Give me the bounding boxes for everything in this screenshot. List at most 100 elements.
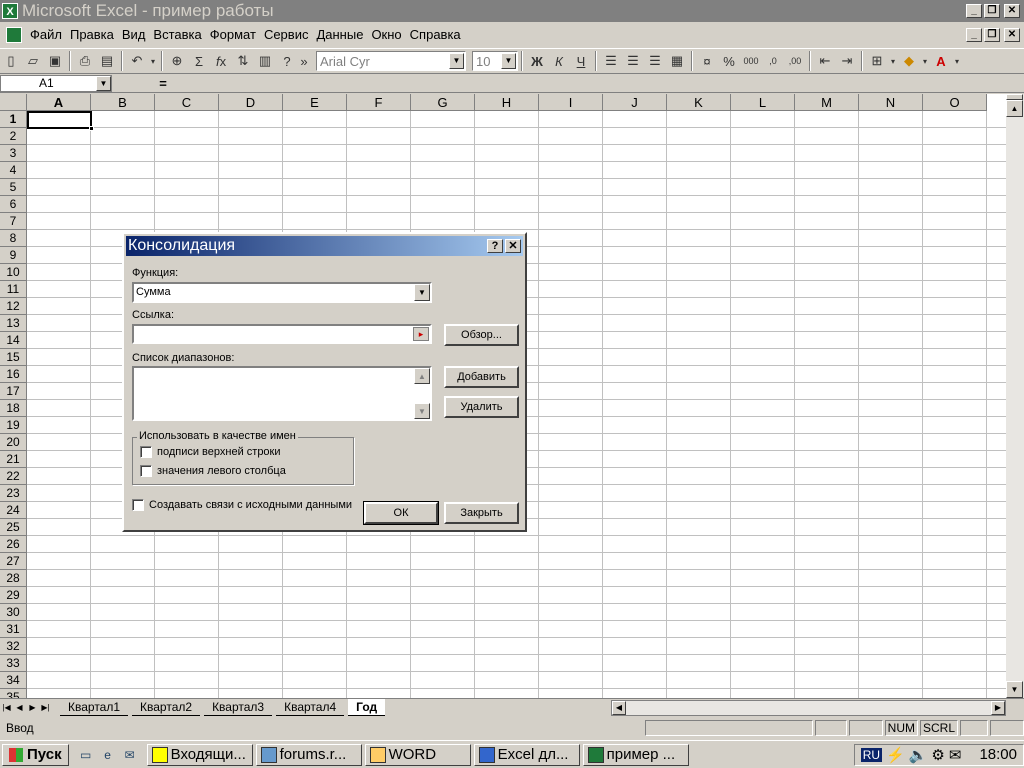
undo-dropdown-icon[interactable]: ▾: [148, 50, 158, 72]
scroll-right-icon[interactable]: ▶: [991, 700, 1005, 715]
row-header[interactable]: 25: [0, 519, 27, 536]
add-button[interactable]: Добавить: [444, 366, 519, 388]
row-header[interactable]: 11: [0, 281, 27, 298]
checkbox-box[interactable]: [132, 499, 144, 511]
row-header[interactable]: 12: [0, 298, 27, 315]
language-indicator[interactable]: RU: [860, 747, 883, 762]
chevron-down-icon[interactable]: ▼: [449, 53, 464, 69]
reference-input[interactable]: ▸: [132, 324, 432, 344]
align-center-icon[interactable]: ☰: [622, 50, 644, 72]
paste-icon[interactable]: ▤: [96, 50, 118, 72]
borders-dropdown-icon[interactable]: ▾: [888, 50, 898, 72]
font-color-icon[interactable]: A: [930, 50, 952, 72]
restore-button[interactable]: ❐: [984, 4, 1000, 18]
minimize-button[interactable]: _: [966, 4, 982, 18]
browser-icon[interactable]: e: [99, 746, 117, 764]
browse-button[interactable]: Обзор...: [444, 324, 519, 346]
close-button[interactable]: ✕: [1004, 4, 1020, 18]
row-header[interactable]: 7: [0, 213, 27, 230]
function-icon[interactable]: fx: [210, 50, 232, 72]
fill-handle[interactable]: [89, 126, 94, 131]
help-icon[interactable]: ?: [276, 50, 298, 72]
column-header[interactable]: O: [923, 94, 987, 111]
align-left-icon[interactable]: ☰: [600, 50, 622, 72]
menu-edit[interactable]: Правка: [66, 25, 118, 45]
mail-icon[interactable]: ✉: [949, 746, 962, 764]
next-sheet-icon[interactable]: ▶: [26, 701, 39, 715]
collapse-dialog-icon[interactable]: ▸: [413, 327, 429, 341]
row-header[interactable]: 17: [0, 383, 27, 400]
last-sheet-icon[interactable]: ▶|: [39, 701, 52, 715]
chevron-down-icon[interactable]: ▼: [96, 76, 111, 91]
row-header[interactable]: 20: [0, 434, 27, 451]
chart-icon[interactable]: ▥: [254, 50, 276, 72]
scroll-up-icon[interactable]: ▲: [414, 368, 430, 384]
outlook-icon[interactable]: ✉: [121, 746, 139, 764]
row-header[interactable]: 23: [0, 485, 27, 502]
column-header[interactable]: M: [795, 94, 859, 111]
doc-restore-button[interactable]: ❐: [984, 28, 1000, 42]
menu-file[interactable]: Файл: [26, 25, 66, 45]
column-header[interactable]: N: [859, 94, 923, 111]
bold-icon[interactable]: Ж: [526, 50, 548, 72]
row-header[interactable]: 4: [0, 162, 27, 179]
row-header[interactable]: 21: [0, 451, 27, 468]
row-header[interactable]: 22: [0, 468, 27, 485]
desktop-icon[interactable]: ▭: [77, 746, 95, 764]
row-header[interactable]: 10: [0, 264, 27, 281]
hyperlink-icon[interactable]: ⊕: [166, 50, 188, 72]
sheet-tab-active[interactable]: Год: [348, 699, 386, 716]
fill-color-icon[interactable]: ◆: [898, 50, 920, 72]
column-header[interactable]: K: [667, 94, 731, 111]
thousands-icon[interactable]: 000: [740, 50, 762, 72]
create-links-checkbox[interactable]: Создавать связи с исходными данными: [132, 499, 352, 511]
antivirus-icon[interactable]: ⚡: [886, 746, 905, 764]
column-header[interactable]: J: [603, 94, 667, 111]
workbook-icon[interactable]: [6, 27, 22, 43]
row-header[interactable]: 31: [0, 621, 27, 638]
percent-icon[interactable]: %: [718, 50, 740, 72]
sheet-tab[interactable]: Квартал4: [276, 699, 345, 716]
volume-icon[interactable]: 🔈: [909, 746, 928, 764]
sheet-tab[interactable]: Квартал3: [204, 699, 273, 716]
ranges-list[interactable]: ▲ ▼: [132, 366, 432, 421]
start-button[interactable]: Пуск: [2, 743, 69, 766]
taskbar-button[interactable]: WORD: [364, 743, 471, 766]
menu-insert[interactable]: Вставка: [149, 25, 205, 45]
align-right-icon[interactable]: ☰: [644, 50, 666, 72]
chevron-down-icon[interactable]: ▼: [501, 53, 516, 69]
underline-icon[interactable]: Ч: [570, 50, 592, 72]
font-size-select[interactable]: 10 ▼: [472, 51, 518, 71]
ok-button[interactable]: ОК: [363, 501, 439, 525]
checkbox-box[interactable]: [140, 465, 152, 477]
row-header[interactable]: 16: [0, 366, 27, 383]
row-header[interactable]: 27: [0, 553, 27, 570]
selected-cell[interactable]: [27, 111, 92, 129]
row-header[interactable]: 32: [0, 638, 27, 655]
taskbar-button[interactable]: пример ...: [582, 743, 689, 766]
column-header[interactable]: L: [731, 94, 795, 111]
font-color-dropdown-icon[interactable]: ▾: [952, 50, 962, 72]
taskbar-button[interactable]: Входящи...: [146, 743, 253, 766]
row-header[interactable]: 26: [0, 536, 27, 553]
doc-close-button[interactable]: ✕: [1004, 28, 1020, 42]
select-all-corner[interactable]: [0, 94, 27, 111]
sheet-tab[interactable]: Квартал2: [132, 699, 201, 716]
horizontal-scrollbar[interactable]: ◀ ▶: [611, 699, 1006, 716]
sheet-tab[interactable]: Квартал1: [60, 699, 129, 716]
row-header[interactable]: 35: [0, 689, 27, 698]
function-select[interactable]: Сумма ▼: [132, 282, 432, 303]
row-header[interactable]: 3: [0, 145, 27, 162]
autosum-icon[interactable]: Σ: [188, 50, 210, 72]
column-header[interactable]: F: [347, 94, 411, 111]
row-header[interactable]: 28: [0, 570, 27, 587]
row-header[interactable]: 8: [0, 230, 27, 247]
scroll-down-icon[interactable]: ▼: [414, 403, 430, 419]
menu-view[interactable]: Вид: [118, 25, 150, 45]
row-header[interactable]: 24: [0, 502, 27, 519]
row-header[interactable]: 2: [0, 128, 27, 145]
top-row-checkbox[interactable]: подписи верхней строки: [140, 446, 281, 458]
open-icon[interactable]: ▱: [22, 50, 44, 72]
menu-tools[interactable]: Сервис: [260, 25, 313, 45]
increase-decimal-icon[interactable]: ,0: [762, 50, 784, 72]
